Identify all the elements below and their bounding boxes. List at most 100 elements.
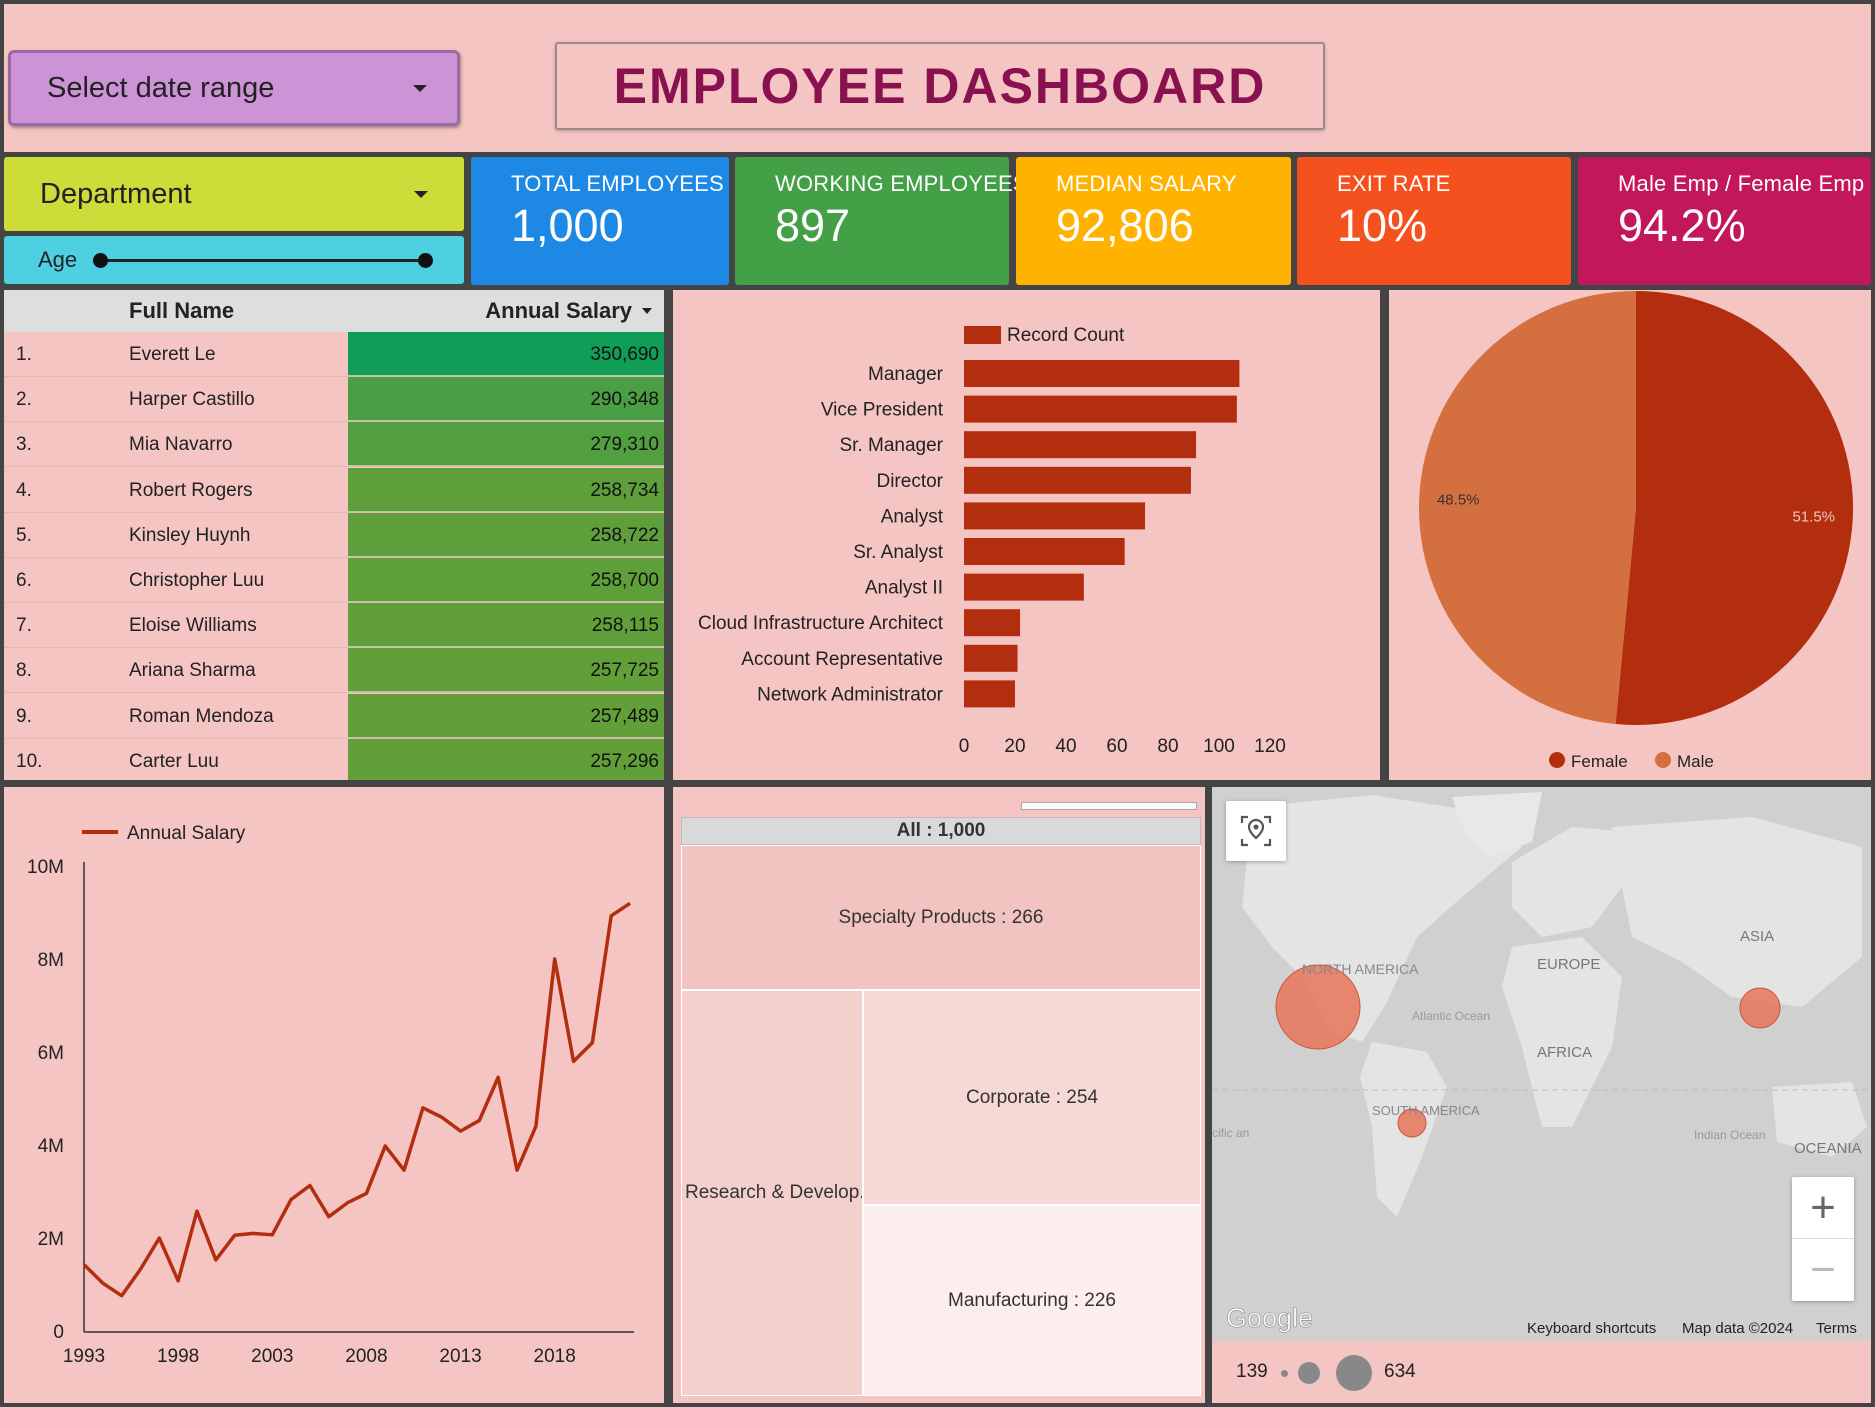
locate-me-button[interactable] — [1226, 801, 1286, 861]
zoom-control: + − — [1792, 1177, 1854, 1301]
salary-line-chart: Annual Salary 0 2M 4M 6M 8M 10M 1993 1998 2003 200… — [4, 787, 664, 1403]
zoom-in-button[interactable]: + — [1792, 1177, 1854, 1239]
table-row[interactable]: 4. Robert Rogers 258,734 — [4, 467, 664, 513]
treemap-node-manufacturing[interactable]: Manufacturing : 226 — [863, 1205, 1201, 1396]
pie-value-label: 51.5% — [1792, 508, 1835, 525]
table-row[interactable]: 8. Ariana Sharma 257,725 — [4, 648, 664, 694]
map-terms-link: Terms — [1816, 1320, 1857, 1337]
zoom-out-button[interactable]: − — [1792, 1239, 1854, 1301]
row-full-name: Christopher Luu — [129, 570, 265, 591]
row-annual-salary: 257,296 — [348, 738, 664, 780]
legend-small-circle — [1281, 1370, 1288, 1377]
age-label: Age — [38, 247, 78, 272]
column-header-full-name[interactable]: Full Name — [129, 298, 234, 324]
location-pin-icon — [1240, 815, 1272, 847]
treemap-node-specialty-products[interactable]: Specialty Products : 266 — [681, 845, 1201, 990]
legend-swatch-male — [1655, 752, 1671, 768]
bar-7 — [964, 609, 1021, 637]
map-label-asia: ASIA — [1740, 928, 1774, 945]
row-annual-salary: 258,734 — [348, 467, 664, 512]
y-tick-label: 8M — [38, 950, 64, 971]
sort-desc-icon[interactable] — [642, 308, 652, 314]
bar-4 — [964, 502, 1146, 530]
kpi-label: Male Emp / Female Emp — [1618, 171, 1865, 196]
table-row[interactable]: 1. Everett Le 350,690 — [4, 332, 664, 377]
kpi-value: 897 — [775, 200, 851, 251]
map-svg[interactable]: NORTH AMERICA SOUTH AMERICA EUROPE AFRIC… — [1212, 787, 1871, 1341]
row-index: 1. — [16, 344, 32, 365]
bar-category-label: Manager — [868, 364, 944, 385]
department-label: Department — [40, 177, 192, 210]
row-full-name: Harper Castillo — [129, 389, 255, 411]
kpi-label: EXIT RATE — [1337, 171, 1451, 196]
table-row[interactable]: 10. Carter Luu 257,296 — [4, 738, 664, 780]
table-row[interactable]: 9. Roman Mendoza 257,489 — [4, 693, 664, 739]
kpi-label: MEDIAN SALARY — [1056, 171, 1237, 196]
bar-category-label: Vice President — [821, 400, 944, 421]
bar-5 — [964, 538, 1125, 565]
age-slider-max-handle[interactable] — [418, 253, 433, 268]
bar-category-label: Account Representative — [741, 649, 943, 670]
row-full-name: Eloise Williams — [129, 615, 257, 637]
row-index: 2. — [16, 389, 32, 411]
treemap-root-header[interactable]: All : 1,000 — [681, 817, 1201, 845]
treemap-node-corporate[interactable]: Corporate : 254 — [863, 990, 1201, 1205]
pie-value-label: 48.5% — [1437, 492, 1480, 509]
kpi-value: 94.2% — [1618, 200, 1746, 251]
row-full-name: Roman Mendoza — [129, 705, 274, 727]
map-data-credit: Map data ©2024 — [1682, 1320, 1793, 1337]
table-row[interactable]: 3. Mia Navarro 279,310 — [4, 422, 664, 468]
row-full-name: Kinsley Huynh — [129, 524, 251, 546]
table-header: Full Name Annual Salary — [4, 290, 664, 332]
department-dropdown[interactable]: Department — [4, 157, 464, 231]
bar-category-label: Director — [876, 471, 943, 492]
row-full-name: Mia Navarro — [129, 434, 233, 456]
bubble-asia — [1739, 987, 1781, 1029]
line-chart-svg: Annual Salary 0 2M 4M 6M 8M 10M 1993 1998 2003 200… — [27, 823, 634, 1367]
date-range-dropdown[interactable]: Select date range — [8, 50, 460, 126]
table-row[interactable]: 6. Christopher Luu 258,700 — [4, 558, 664, 603]
map-label-atlantic: Atlantic Ocean — [1412, 1009, 1490, 1023]
x-tick-label: 2008 — [345, 1346, 387, 1367]
table-row[interactable]: 5. Kinsley Huynh 258,722 — [4, 512, 664, 558]
y-tick-label: 6M — [38, 1043, 64, 1064]
row-index: 9. — [16, 705, 32, 727]
row-annual-salary: 257,489 — [348, 693, 664, 738]
age-slider[interactable]: Age — [4, 236, 464, 284]
row-annual-salary: 258,115 — [348, 603, 664, 648]
column-header-annual-salary[interactable]: Annual Salary — [485, 298, 632, 324]
legend-min-value: 139 — [1236, 1361, 1268, 1382]
kpi-label: TOTAL EMPLOYEES — [511, 171, 724, 196]
bar-1 — [964, 395, 1237, 423]
row-annual-salary: 350,690 — [348, 332, 664, 376]
row-annual-salary: 257,725 — [348, 648, 664, 693]
table-row[interactable]: 7. Eloise Williams 258,115 — [4, 603, 664, 649]
row-index: 5. — [16, 524, 32, 546]
bubble-north-america — [1275, 964, 1361, 1050]
treemap-scrollbar[interactable] — [1021, 802, 1197, 810]
x-tick-label: 20 — [1004, 736, 1025, 757]
treemap-node-research-development[interactable]: Research & Develop... — [681, 990, 863, 1396]
world-bubble-map[interactable]: NORTH AMERICA SOUTH AMERICA EUROPE AFRIC… — [1212, 787, 1871, 1403]
legend-label-male: Male — [1677, 752, 1714, 771]
row-full-name: Everett Le — [129, 344, 216, 365]
bar-9 — [964, 680, 1015, 708]
row-full-name: Ariana Sharma — [129, 660, 256, 682]
row-index: 7. — [16, 615, 32, 637]
google-logo: Google — [1226, 1303, 1313, 1333]
map-keyboard-shortcuts: Keyboard shortcuts — [1527, 1320, 1656, 1337]
age-slider-min-handle[interactable] — [93, 253, 108, 268]
chevron-down-icon — [413, 84, 427, 92]
pie-chart-svg: 51.5% 48.5% Female Male — [1419, 291, 1853, 771]
bar-category-label: Analyst — [881, 506, 944, 527]
header-panel: Select date range EMPLOYEE DASHBOARD — [4, 4, 1871, 152]
page-title: EMPLOYEE DASHBOARD — [555, 42, 1325, 130]
table-row[interactable]: 2. Harper Castillo 290,348 — [4, 377, 664, 423]
row-annual-salary: 279,310 — [348, 422, 664, 467]
row-annual-salary: 258,700 — [348, 558, 664, 602]
salary-series-line — [82, 901, 631, 1298]
date-range-label: Select date range — [47, 71, 275, 104]
legend-swatch-female — [1549, 752, 1565, 768]
chevron-down-icon — [414, 190, 428, 198]
map-label-oceania: OCEANIA — [1794, 1140, 1862, 1157]
